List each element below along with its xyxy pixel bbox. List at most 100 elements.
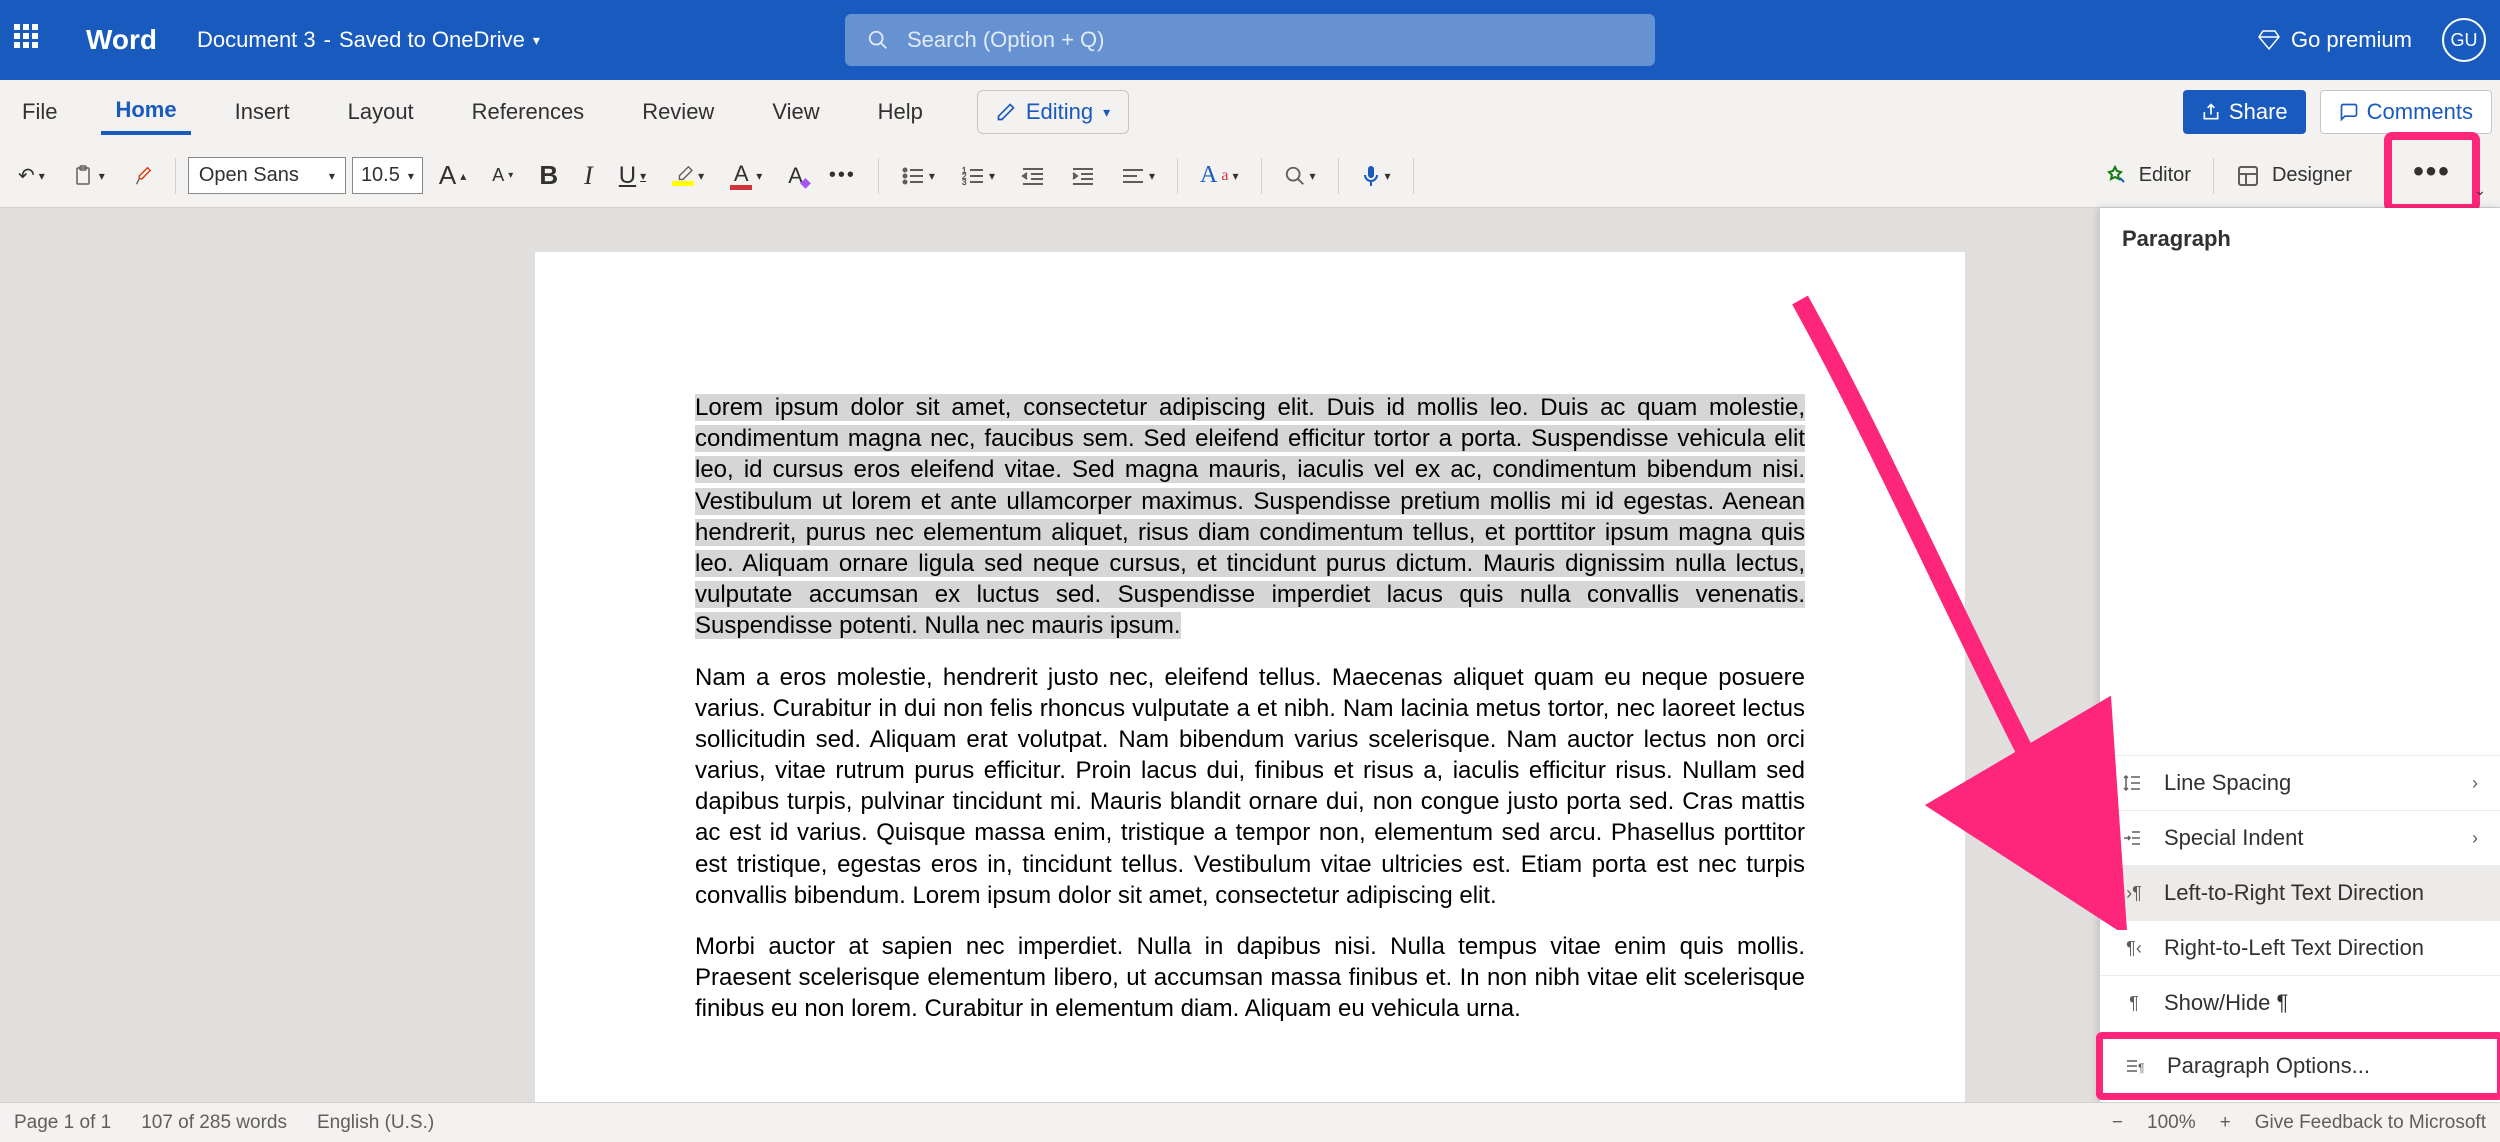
ribbon-collapse-button[interactable]: ⌄ bbox=[2464, 176, 2496, 205]
zoom-level[interactable]: 100% bbox=[2147, 1112, 2196, 1134]
pencil-icon bbox=[996, 102, 1016, 122]
designer-button[interactable]: Designer bbox=[2226, 158, 2362, 194]
bullets-button[interactable]: ▾ bbox=[891, 160, 945, 192]
chevron-down-icon: ▾ bbox=[1103, 104, 1110, 121]
user-avatar[interactable]: GU bbox=[2442, 18, 2486, 62]
tab-layout[interactable]: Layout bbox=[334, 91, 428, 133]
chevron-down-icon: ▾ bbox=[329, 169, 335, 183]
tab-home[interactable]: Home bbox=[101, 89, 190, 135]
grow-font-button[interactable]: A▴ bbox=[429, 154, 476, 197]
shrink-font-button[interactable]: A▾ bbox=[482, 159, 523, 192]
designer-label: Designer bbox=[2272, 164, 2352, 187]
increase-indent-button[interactable] bbox=[1061, 160, 1105, 192]
highlight-button[interactable]: ▾ bbox=[662, 159, 714, 192]
panel-item-special-indent[interactable]: Special Indent › bbox=[2100, 810, 2500, 865]
bold-button[interactable]: B bbox=[529, 154, 568, 197]
dictate-button[interactable]: ▾ bbox=[1351, 158, 1401, 194]
page-count[interactable]: Page 1 of 1 bbox=[14, 1112, 111, 1134]
font-name: Open Sans bbox=[199, 164, 299, 187]
line-spacing-icon bbox=[2122, 773, 2146, 793]
app-name: Word bbox=[86, 24, 157, 56]
document-title[interactable]: Document 3 - Saved to OneDrive ▾ bbox=[197, 27, 540, 53]
paragraph-1[interactable]: Lorem ipsum dolor sit amet, consectetur … bbox=[695, 392, 1805, 642]
find-button[interactable]: ▾ bbox=[1274, 159, 1326, 193]
rtl-icon: ¶‹ bbox=[2122, 938, 2146, 959]
ribbon-overflow-button[interactable]: ••• bbox=[2403, 149, 2461, 195]
panel-title: Paragraph bbox=[2100, 208, 2500, 270]
share-label: Share bbox=[2229, 99, 2288, 125]
document-page[interactable]: Lorem ipsum dolor sit amet, consectetur … bbox=[535, 252, 1965, 1102]
share-button[interactable]: Share bbox=[2183, 90, 2306, 134]
ribbon: ↶▾ ▾ Open Sans ▾ 10.5 ▾ A▴ A▾ B I U▾ ▾ A… bbox=[0, 144, 2500, 208]
paste-button[interactable]: ▾ bbox=[61, 157, 115, 195]
align-button[interactable]: ▾ bbox=[1111, 160, 1165, 192]
editing-label: Editing bbox=[1026, 99, 1093, 125]
font-size-select[interactable]: 10.5 ▾ bbox=[352, 157, 423, 194]
chevron-down-icon: ▾ bbox=[533, 32, 540, 49]
font-color-button[interactable]: A ▾ bbox=[720, 155, 772, 196]
menu-bar: File Home Insert Layout References Revie… bbox=[0, 80, 2500, 144]
tab-review[interactable]: Review bbox=[628, 91, 728, 133]
font-size: 10.5 bbox=[361, 164, 400, 187]
numbering-button[interactable]: 123 ▾ bbox=[951, 160, 1005, 192]
word-count[interactable]: 107 of 285 words bbox=[141, 1112, 287, 1134]
language[interactable]: English (U.S.) bbox=[317, 1112, 434, 1134]
panel-item-line-spacing[interactable]: Line Spacing › bbox=[2100, 755, 2500, 810]
diamond-icon bbox=[2257, 28, 2281, 52]
tab-view[interactable]: View bbox=[758, 91, 833, 133]
panel-label: Special Indent bbox=[2164, 825, 2303, 851]
tab-help[interactable]: Help bbox=[864, 91, 937, 133]
tab-insert[interactable]: Insert bbox=[221, 91, 304, 133]
go-premium-button[interactable]: Go premium bbox=[2257, 27, 2412, 53]
chevron-right-icon: › bbox=[2472, 773, 2478, 794]
title-separator: - bbox=[324, 27, 331, 53]
styles-button[interactable]: Aa ▾ bbox=[1190, 156, 1248, 195]
format-painter-button[interactable] bbox=[121, 159, 163, 193]
indent-icon bbox=[2122, 828, 2146, 848]
paragraph-options-icon: ¶ bbox=[2125, 1056, 2149, 1076]
panel-item-ltr[interactable]: ›¶ Left-to-Right Text Direction bbox=[2100, 865, 2500, 920]
panel-label: Right-to-Left Text Direction bbox=[2164, 935, 2424, 961]
zoom-out-button[interactable]: − bbox=[2112, 1112, 2123, 1134]
save-status: Saved to OneDrive bbox=[339, 27, 525, 53]
editor-button[interactable]: Editor bbox=[2093, 158, 2201, 194]
font-family-select[interactable]: Open Sans ▾ bbox=[188, 157, 346, 194]
italic-button[interactable]: I bbox=[574, 155, 603, 197]
more-font-button[interactable]: ••• bbox=[819, 158, 866, 193]
panel-item-rtl[interactable]: ¶‹ Right-to-Left Text Direction bbox=[2100, 920, 2500, 975]
panel-label: Show/Hide ¶ bbox=[2164, 990, 2288, 1016]
search-placeholder: Search (Option + Q) bbox=[907, 27, 1104, 53]
panel-label: Paragraph Options... bbox=[2167, 1053, 2370, 1079]
editor-label: Editor bbox=[2139, 164, 2191, 187]
undo-button[interactable]: ↶▾ bbox=[8, 157, 55, 194]
panel-item-show-hide[interactable]: ¶ Show/Hide ¶ bbox=[2100, 975, 2500, 1030]
paragraph-panel: Paragraph Line Spacing › Special Indent … bbox=[2100, 208, 2500, 1102]
feedback-link[interactable]: Give Feedback to Microsoft bbox=[2255, 1112, 2486, 1134]
underline-button[interactable]: U▾ bbox=[609, 156, 656, 196]
paragraph-2[interactable]: Nam a eros molestie, hendrerit justo nec… bbox=[695, 662, 1805, 912]
paragraph-3[interactable]: Morbi auctor at sapien nec imperdiet. Nu… bbox=[695, 931, 1805, 1025]
zoom-in-button[interactable]: + bbox=[2220, 1112, 2231, 1134]
svg-text:3: 3 bbox=[962, 178, 967, 186]
comments-label: Comments bbox=[2367, 99, 2473, 125]
selected-text: Lorem ipsum dolor sit amet, consectetur … bbox=[695, 394, 1805, 639]
decrease-indent-button[interactable] bbox=[1011, 160, 1055, 192]
document-name: Document 3 bbox=[197, 27, 316, 53]
search-icon bbox=[867, 29, 889, 51]
status-bar: Page 1 of 1 107 of 285 words English (U.… bbox=[0, 1102, 2500, 1142]
panel-item-paragraph-options[interactable]: ¶ Paragraph Options... bbox=[2096, 1032, 2500, 1100]
chevron-right-icon: › bbox=[2472, 828, 2478, 849]
chevron-down-icon: ▾ bbox=[408, 169, 414, 183]
pilcrow-icon: ¶ bbox=[2122, 993, 2146, 1014]
go-premium-label: Go premium bbox=[2291, 27, 2412, 53]
panel-label: Line Spacing bbox=[2164, 770, 2291, 796]
search-input[interactable]: Search (Option + Q) bbox=[845, 14, 1655, 66]
editing-mode-button[interactable]: Editing ▾ bbox=[977, 90, 1129, 134]
tab-file[interactable]: File bbox=[8, 91, 71, 133]
clear-formatting-button[interactable]: A◆ bbox=[778, 157, 813, 195]
avatar-initials: GU bbox=[2451, 30, 2478, 51]
app-launcher-icon[interactable] bbox=[14, 24, 46, 56]
svg-text:¶: ¶ bbox=[2138, 1061, 2144, 1075]
comments-button[interactable]: Comments bbox=[2320, 90, 2492, 134]
tab-references[interactable]: References bbox=[458, 91, 599, 133]
